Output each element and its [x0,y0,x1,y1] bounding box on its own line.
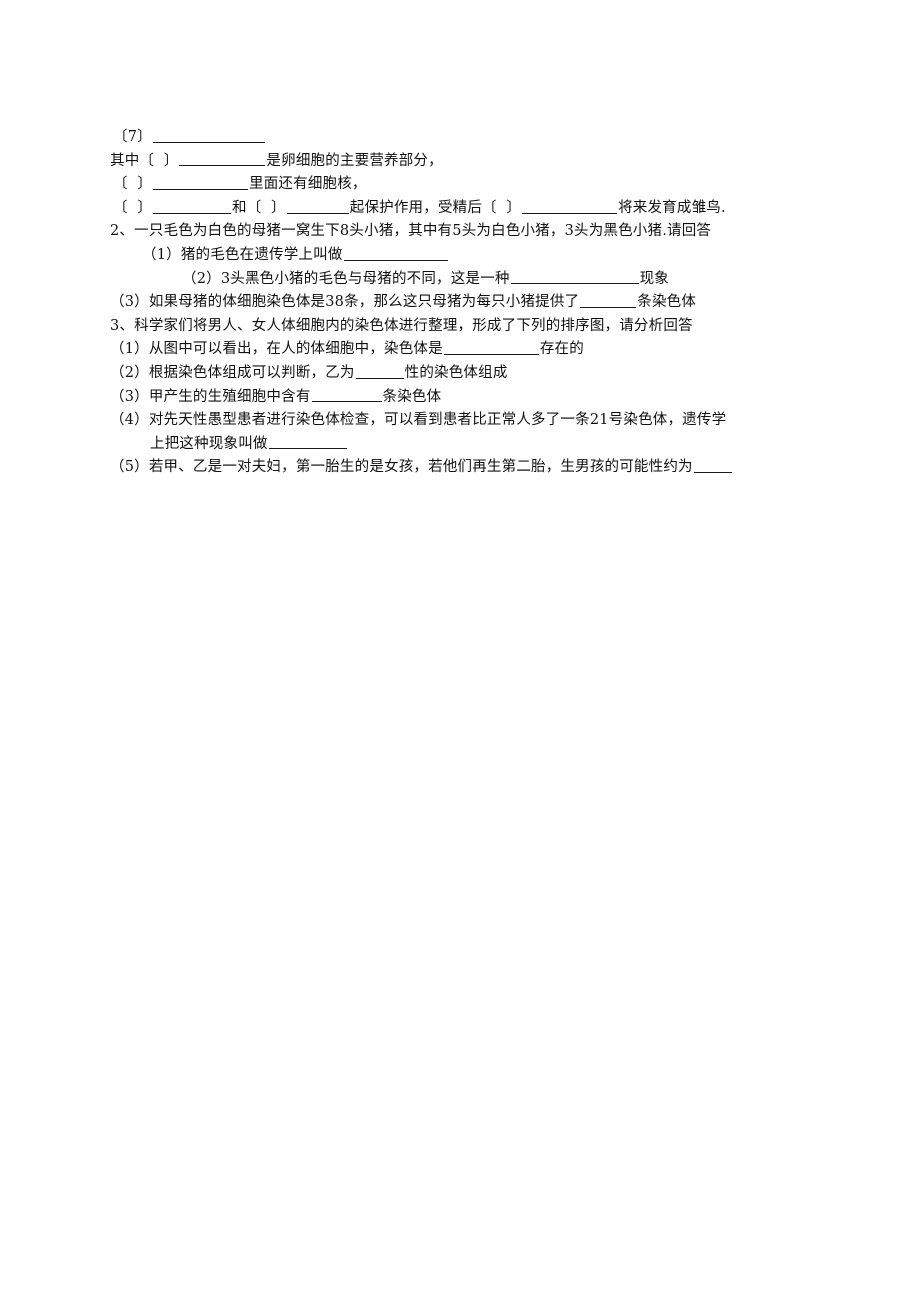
line-text: 〔7〕 [113,129,152,145]
line-text: （2）3头黑色小猪的毛色与母猪的不同，这是一种 [182,270,510,287]
answer-blank[interactable] [343,246,448,261]
answer-blank[interactable] [355,364,404,379]
line-bracket-7: 〔7〕 [110,126,840,150]
line-text: 是卵细胞的主要营养部分， [266,152,443,169]
line-q3-3: （3）甲产生的生殖细胞中含有 条染色体 [110,386,840,410]
answer-blank[interactable] [522,199,618,214]
line-qizhong-yolk: 其中〔 〕 是卵细胞的主要营养部分， [110,150,840,174]
line-text: 2、一只毛色为白色的母猪一窝生下8头小猪，其中有5头为白色小猪，3头为黑色小猪.… [110,223,712,240]
line-text: 和〔 〕 [232,199,286,216]
line-text: 3、科学家们将男人、女人体细胞内的染色体进行整理，形成了下列的排序图，请分析回答 [110,317,693,334]
line-text: 〔 〕 [113,176,153,193]
line-q2-stem: 2、一只毛色为白色的母猪一窝生下8头小猪，其中有5头为白色小猪，3头为黑色小猪.… [110,220,840,244]
line-text: 上把这种现象叫做 [150,435,268,452]
line-text: 里面还有细胞核， [249,176,367,193]
answer-blank[interactable] [153,175,249,190]
line-protection: 〔 〕 和〔 〕 起保护作用，受精后〔 〕 将来发育成雏鸟. [110,197,840,221]
line-q3-5: （5）若甲、乙是一对夫妇，第一胎生的是女孩，若他们再生第二胎，生男孩的可能性约为 [110,456,840,480]
document-page: 〔7〕 其中〔 〕是卵细胞的主要营养部分，〔 〕里面还有细胞核，〔 〕和〔 〕起保… [0,0,920,1302]
exam-question-body: 〔7〕 其中〔 〕是卵细胞的主要营养部分，〔 〕里面还有细胞核，〔 〕和〔 〕起保… [110,126,840,480]
line-nucleus: 〔 〕 里面还有细胞核， [110,173,840,197]
line-text: （2）根据染色体组成可以判断，乙为 [110,364,355,381]
answer-blank[interactable] [443,340,539,356]
line-text: （5）若甲、乙是一对夫妇，第一胎生的是女孩，若他们再生第二胎，生男孩的可能性约为 [110,459,693,476]
line-text: 条染色体 [637,294,697,311]
line-q3-stem: 3、科学家们将男人、女人体细胞内的染色体进行整理，形成了下列的排序图，请分析回答 [110,315,840,339]
line-text: 其中〔 〕 [110,152,179,169]
line-q3-4b: 上把这种现象叫做 [110,433,840,457]
answer-blank[interactable] [179,152,266,167]
line-q3-1: （1）从图中可以看出，在人的体细胞中，染色体是 存在的 [110,338,840,362]
answer-blank[interactable] [152,128,265,143]
answer-blank[interactable] [311,388,382,403]
answer-blank[interactable] [693,458,732,474]
line-q2-3: （3）如果母猪的体细胞染色体是38条，那么这只母猪为每只小猪提供了 条染色体 [110,291,840,315]
line-text: （1）猪的毛色在遗传学上叫做 [142,246,343,263]
answer-blank[interactable] [580,293,637,308]
answer-blank[interactable] [510,270,639,285]
line-text: 将来发育成雏鸟. [618,199,726,216]
answer-blank[interactable] [153,199,232,214]
line-text: （4）对先天性愚型患者进行染色体检查，可以看到患者比正常人多了一条21号染色体，… [110,412,727,429]
line-text: （1）从图中可以看出，在人的体细胞中，染色体是 [110,341,443,358]
line-text: 现象 [639,270,669,287]
line-q3-2: （2）根据染色体组成可以判断，乙为 性的染色体组成 [110,362,840,386]
line-q3-4a: （4）对先天性愚型患者进行染色体检查，可以看到患者比正常人多了一条21号染色体，… [110,409,840,433]
line-text: （3）如果母猪的体细胞染色体是38条，那么这只母猪为每只小猪提供了 [110,294,580,311]
line-q2-2: （2）3头黑色小猪的毛色与母猪的不同，这是一种 现象 [110,268,840,292]
line-text: 起保护作用，受精后〔 〕 [349,199,522,216]
line-text: 存在的 [539,341,584,358]
answer-blank[interactable] [268,435,347,450]
line-text: 条染色体 [382,388,442,405]
line-text: 〔 〕 [113,199,153,216]
line-text: 性的染色体组成 [404,364,508,381]
line-q2-1: （1）猪的毛色在遗传学上叫做 [110,244,840,268]
line-text: （3）甲产生的生殖细胞中含有 [110,388,311,405]
answer-blank[interactable] [286,199,349,214]
